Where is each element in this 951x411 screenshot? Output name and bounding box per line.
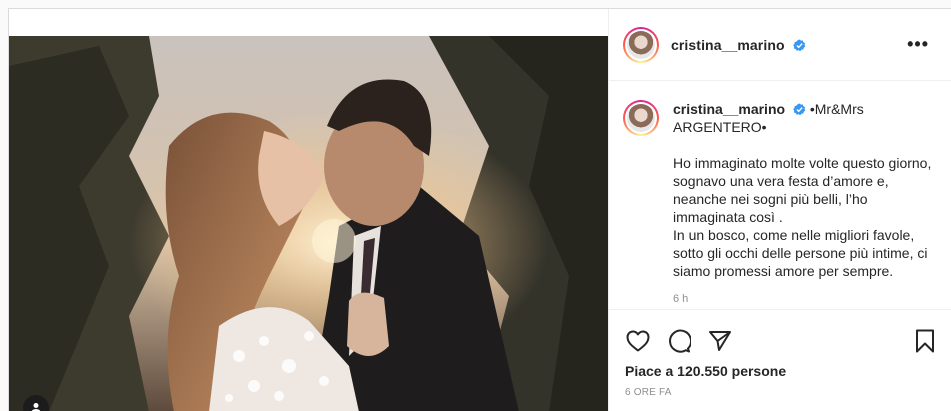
person-icon (31, 403, 41, 411)
username-text[interactable]: cristina__marino (671, 37, 785, 53)
instagram-post: cristina__marino ••• cristina__marino •M… (8, 8, 951, 411)
caption-body: cristina__marino •Mr&Mrs ARGENTERO• Ho i… (673, 100, 935, 308)
caption: cristina__marino •Mr&Mrs ARGENTERO• Ho i… (623, 100, 940, 308)
verified-badge-icon (793, 103, 806, 116)
post-header: cristina__marino ••• (609, 9, 951, 81)
comment-icon[interactable] (666, 328, 692, 354)
verified-badge-icon (792, 38, 806, 51)
caption-avatar[interactable] (623, 100, 659, 136)
post-time[interactable]: 6 ORE FA (609, 387, 951, 398)
heart-icon[interactable] (625, 328, 651, 354)
avatar[interactable] (623, 26, 659, 63)
actions-area: Piace a 120.550 persone 6 ORE FA (609, 309, 951, 411)
bookmark-icon[interactable] (912, 328, 938, 354)
caption-text: In un bosco, come nelle migliori favole,… (673, 227, 928, 279)
post-sidebar: cristina__marino ••• cristina__marino •M… (608, 9, 951, 411)
comments-section: cristina__marino •Mr&Mrs ARGENTERO• Ho i… (609, 82, 951, 308)
header-username[interactable]: cristina__marino (671, 37, 806, 53)
paper-plane-icon[interactable] (707, 328, 733, 354)
post-photo[interactable] (9, 36, 608, 411)
caption-first-line: cristina__marino •Mr&Mrs ARGENTERO• (673, 100, 935, 136)
likes-count[interactable]: Piace a 120.550 persone (609, 363, 951, 379)
action-icons (609, 310, 951, 360)
caption-text: Ho immaginato molte volte questo giorno,… (673, 155, 932, 225)
post-media (9, 9, 608, 411)
caption-username[interactable]: cristina__marino (673, 101, 785, 117)
caption-timestamp: 6 h (673, 293, 689, 305)
more-options-button[interactable]: ••• (907, 35, 929, 53)
wedding-kiss-photo (9, 36, 608, 411)
